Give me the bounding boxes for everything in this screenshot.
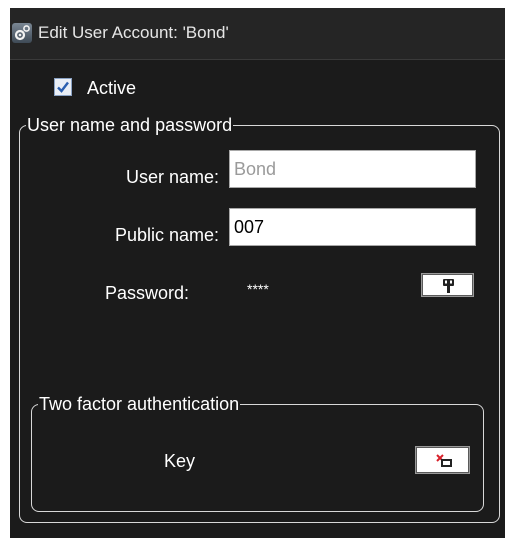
key-label: Key <box>164 451 196 471</box>
window-title: Edit User Account: 'Bond' <box>38 23 229 42</box>
active-checkbox[interactable] <box>54 78 72 96</box>
two-factor-group-legend: Two factor authentication <box>39 394 240 414</box>
title-bar: Edit User Account: 'Bond' <box>10 8 505 60</box>
active-label: Active <box>87 78 137 98</box>
public-name-label: Public name: <box>114 225 219 245</box>
credentials-group-legend: User name and password <box>27 115 233 135</box>
remove-key-icon <box>436 454 452 467</box>
change-password-button[interactable] <box>421 273 474 297</box>
public-name-field[interactable]: 007 <box>229 208 476 246</box>
checkmark-icon <box>57 81 69 93</box>
password-label: Password: <box>105 283 190 303</box>
remove-key-button[interactable] <box>415 446 470 474</box>
password-value: **** <box>247 281 269 297</box>
settings-gear-icon <box>12 23 32 43</box>
user-name-label: User name: <box>125 167 219 187</box>
user-name-field: Bond <box>229 150 476 188</box>
key-icon <box>443 279 454 293</box>
